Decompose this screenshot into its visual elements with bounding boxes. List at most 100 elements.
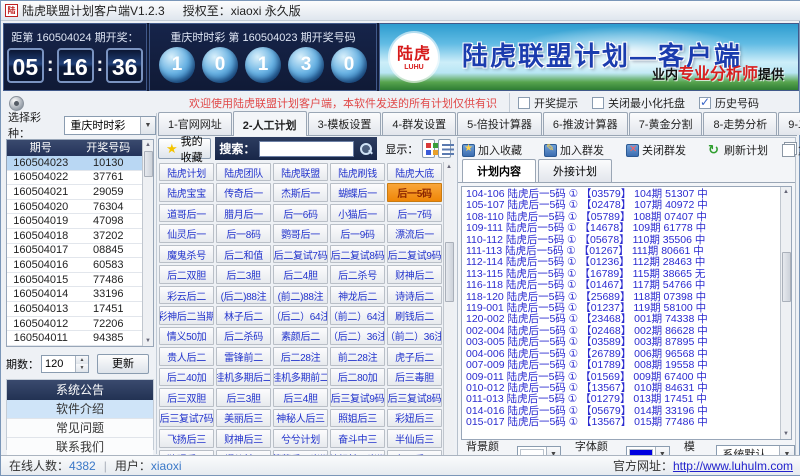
stepper-up-icon[interactable]: ▲: [76, 356, 88, 364]
update-button[interactable]: 更新: [97, 354, 149, 374]
plan-button[interactable]: 道哥后一: [159, 204, 214, 222]
add-broadcast-button[interactable]: 加入群发: [544, 142, 604, 158]
plan-button[interactable]: 兮兮计划: [273, 429, 328, 447]
plan-button[interactable]: 后二复试8码: [330, 245, 385, 263]
plan-button[interactable]: 后二4胆: [273, 265, 328, 283]
plan-button[interactable]: 素颜后二: [273, 327, 328, 345]
menu-item[interactable]: 软件介绍: [7, 400, 153, 419]
plan-button[interactable]: （前二）36注: [387, 327, 442, 345]
history-row[interactable]: 16050401272206: [7, 317, 142, 332]
plan-button[interactable]: 诗诗后二: [387, 286, 442, 304]
favorites-button[interactable]: ★ 我的收藏: [158, 138, 211, 159]
tab-4[interactable]: 4-群发设置: [382, 112, 456, 135]
plan-button[interactable]: 后一8码: [216, 224, 271, 242]
history-row[interactable]: 16050402310130: [7, 156, 142, 171]
plan-button[interactable]: 后二80加: [330, 368, 385, 386]
copy-plan-button[interactable]: 复制计划: [782, 142, 800, 158]
plan-button[interactable]: 神龙后二: [330, 286, 385, 304]
plan-button[interactable]: 后一9码: [330, 224, 385, 242]
checkbox-option[interactable]: 开奖提示: [518, 95, 578, 111]
tab-8[interactable]: 8-走势分析: [703, 112, 777, 135]
plan-button[interactable]: 杰斯后一: [273, 183, 328, 201]
plan-button[interactable]: 后二28注: [273, 347, 328, 365]
stepper-down-icon[interactable]: ▼: [76, 364, 88, 372]
plan-button[interactable]: 雷锋前二: [216, 347, 271, 365]
plan-button[interactable]: (前二)88注: [273, 286, 328, 304]
content-tab-2[interactable]: 外接计划: [538, 159, 612, 182]
checkbox-option[interactable]: 关闭最小化托盘: [592, 95, 685, 111]
plan-button[interactable]: 后三双胆: [159, 388, 214, 406]
plan-button[interactable]: 后二复试7码: [273, 245, 328, 263]
scroll-down-icon[interactable]: ▼: [783, 429, 789, 439]
add-favorite-button[interactable]: 加入收藏: [462, 142, 522, 158]
plan-button[interactable]: 后二双胆: [159, 265, 214, 283]
plan-button[interactable]: 后三3胆: [216, 388, 271, 406]
site-url[interactable]: http://www.luhulm.com: [673, 459, 793, 473]
history-row[interactable]: 16050402237761: [7, 171, 142, 186]
plan-button[interactable]: 财神后三: [216, 429, 271, 447]
plan-button[interactable]: 腊月后一: [216, 204, 271, 222]
plan-button[interactable]: 后二3胆: [216, 265, 271, 283]
plan-button[interactable]: （后二）64注: [273, 306, 328, 324]
plan-button[interactable]: 贵人后二: [159, 347, 214, 365]
plan-button[interactable]: 陆虎刷钱: [330, 163, 385, 181]
plan-button[interactable]: 彩云后二: [159, 286, 214, 304]
plan-button[interactable]: 后三4胆: [273, 388, 328, 406]
periods-stepper[interactable]: ▲▼: [41, 355, 89, 373]
plan-button[interactable]: 神秘人后三: [273, 409, 328, 427]
plan-button[interactable]: （前二）64注: [330, 306, 385, 324]
history-row[interactable]: 16050401660583: [7, 258, 142, 273]
history-row[interactable]: 16050402076304: [7, 200, 142, 215]
plan-button[interactable]: 前二28注: [330, 347, 385, 365]
content-tab-1[interactable]: 计划内容: [462, 159, 536, 182]
menu-item[interactable]: 常见问题: [7, 419, 153, 438]
scrollbar-thumb[interactable]: [445, 242, 454, 302]
history-row[interactable]: 16050401837202: [7, 229, 142, 244]
history-row[interactable]: 16050401194385: [7, 331, 142, 346]
tab-2[interactable]: 2-人工计划: [233, 111, 307, 136]
tab-7[interactable]: 7-黄金分割: [629, 112, 703, 135]
history-row[interactable]: 16050401577486: [7, 273, 142, 288]
scrollbar-thumb[interactable]: [782, 252, 791, 302]
plan-button[interactable]: 后三复试9码: [330, 388, 385, 406]
history-row[interactable]: 16050401708845: [7, 244, 142, 259]
plan-button[interactable]: 后二杀码: [216, 327, 271, 345]
plan-button[interactable]: 传奇后一: [216, 183, 271, 201]
history-row[interactable]: 16050401947098: [7, 214, 142, 229]
plan-button[interactable]: 后三复试7码: [159, 409, 214, 427]
plan-button[interactable]: 刷钱后二: [387, 306, 442, 324]
plan-button[interactable]: 财神后二: [387, 265, 442, 283]
chevron-down-icon[interactable]: ▼: [140, 117, 155, 134]
lottery-select[interactable]: 重庆时时彩 ▼: [64, 116, 156, 135]
periods-input[interactable]: [42, 356, 75, 372]
plan-button[interactable]: 后二复试9码: [387, 245, 442, 263]
scrollbar-thumb[interactable]: [144, 151, 153, 177]
history-row[interactable]: 16050401317451: [7, 302, 142, 317]
plan-button[interactable]: （后二）36注: [330, 327, 385, 345]
plan-button[interactable]: 挂机多期后二: [216, 368, 271, 386]
plan-button[interactable]: 后一5码: [387, 183, 442, 201]
plan-button[interactable]: 后三复试8码: [387, 388, 442, 406]
plan-button[interactable]: (后二)88注: [216, 286, 271, 304]
plan-button[interactable]: 虎子后二: [387, 347, 442, 365]
plan-button[interactable]: 陆虎宝宝: [159, 183, 214, 201]
history-scrollbar[interactable]: ▲ ▼: [142, 140, 153, 346]
plan-button[interactable]: 蝴蝶后一: [330, 183, 385, 201]
plan-button[interactable]: 奋斗中三: [330, 429, 385, 447]
scroll-up-icon[interactable]: ▲: [783, 187, 789, 197]
search-input[interactable]: [259, 141, 354, 157]
display-list-button[interactable]: [438, 139, 451, 158]
plan-button[interactable]: 陆虎大底: [387, 163, 442, 181]
plan-button[interactable]: 陆虎联盟: [273, 163, 328, 181]
plan-button[interactable]: 小猫后一: [330, 204, 385, 222]
refresh-plan-button[interactable]: 刷新计划: [708, 142, 768, 158]
checkbox-option[interactable]: 历史号码: [699, 95, 759, 111]
plan-button[interactable]: 半仙后三: [387, 429, 442, 447]
scroll-up-icon[interactable]: ▲: [145, 140, 151, 150]
scroll-down-icon[interactable]: ▼: [145, 336, 151, 346]
plan-button[interactable]: 魔鬼杀号: [159, 245, 214, 263]
plan-button[interactable]: 后一6码: [273, 204, 328, 222]
tab-9[interactable]: 9-二星缩水: [778, 112, 800, 135]
plan-button[interactable]: 情义50加: [159, 327, 214, 345]
plan-button[interactable]: 陆虎计划: [159, 163, 214, 181]
